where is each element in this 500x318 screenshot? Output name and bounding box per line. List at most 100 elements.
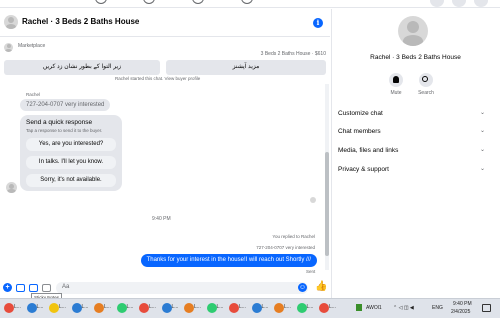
section-media-files[interactable]: Media, files and links (338, 147, 398, 154)
sender-name: Rachel (26, 92, 41, 97)
app-icon (319, 303, 329, 313)
message-input[interactable] (56, 282, 308, 294)
section-chat-members[interactable]: Chat members (338, 128, 381, 135)
notification-icon[interactable] (482, 304, 491, 312)
chat-title[interactable]: Rachel · 3 Beds 2 Baths House (22, 17, 139, 26)
mute-button[interactable] (389, 73, 403, 87)
taskbar-app-button[interactable]: L... (49, 302, 67, 315)
app-icon (296, 303, 307, 313)
add-icon[interactable]: + (3, 283, 12, 292)
sender-avatar[interactable] (6, 182, 17, 193)
app-icon (94, 303, 104, 313)
app-icon (274, 303, 284, 313)
info-icon[interactable]: i (313, 18, 323, 28)
profile-avatar[interactable] (398, 16, 428, 46)
app-icon (49, 303, 59, 313)
taskbar-app-button[interactable]: L... (229, 302, 247, 315)
scrollbar-thumb[interactable] (325, 152, 329, 256)
taskbar-app-button[interactable]: L... (4, 302, 22, 315)
message-status: Sent (306, 269, 316, 274)
language-indicator[interactable]: ENG (432, 305, 443, 311)
taskbar-app-label: L... (171, 304, 179, 310)
mark-pending-button[interactable]: زیر التوا کے بطور نشان زد کریں (4, 60, 160, 75)
taskbar-app-label: L... (194, 304, 201, 310)
message-input-placeholder: Aa (62, 284, 70, 290)
taskbar-app-label: L... (14, 304, 21, 310)
app-icon (184, 303, 194, 313)
quick-response-option[interactable]: In talks. I'll let you know. (26, 156, 116, 169)
taskbar-app-button[interactable]: L... (274, 302, 292, 315)
search-icon (422, 76, 428, 82)
outgoing-message[interactable]: Thanks for your interest in the house!I … (140, 254, 317, 267)
sticker-icon[interactable] (29, 284, 38, 292)
taskbar-app-label: L... (59, 304, 66, 310)
quick-response-option[interactable]: Yes, are you interested? (26, 138, 116, 151)
taskbar-app-button[interactable]: L... (139, 302, 157, 315)
quick-response-option[interactable]: Sorry, it's not available. (26, 174, 116, 187)
app-icon (26, 303, 37, 313)
gif-icon[interactable] (42, 284, 51, 292)
app-icon (71, 303, 82, 313)
taskbar-app-label: L... (239, 304, 246, 310)
taskbar-app-label: L... (306, 304, 314, 310)
taskbar-app-button[interactable]: L... (296, 302, 315, 315)
incoming-message[interactable]: 727-204-0707 very interested (20, 99, 111, 111)
taskbar-app-label: L... (149, 304, 156, 310)
taskbar-app-button[interactable]: L... (161, 302, 180, 315)
chevron-down-icon[interactable]: ⌄ (480, 109, 485, 116)
taskbar-app-button[interactable]: L... (116, 302, 135, 315)
taskbar-app-button[interactable]: L... (206, 302, 225, 315)
quoted-message: 727-204-0707 very interested (256, 245, 315, 250)
app-icon (4, 303, 14, 313)
taskbar-app-label: L... (81, 304, 89, 310)
app-icon (251, 303, 262, 313)
taskbar-app-label: L... (284, 304, 291, 310)
app-icon (116, 303, 127, 313)
app-icon (206, 303, 217, 313)
message-timestamp: 9:40 PM (152, 216, 171, 222)
app-icon (139, 303, 149, 313)
taskbar-app-label: L... (104, 304, 111, 310)
chat-start-notice: Rachel started this chat. View buyer pro… (115, 76, 201, 81)
taskbar-app-label: L... (216, 304, 224, 310)
bell-icon (393, 76, 399, 83)
mute-label: Mute (390, 90, 402, 96)
taskbar-app-button[interactable]: L... (94, 302, 112, 315)
image-icon[interactable] (16, 284, 25, 292)
taskbar-app-button[interactable]: L... (319, 302, 337, 315)
marketplace-label: Marketplace (18, 43, 46, 49)
tray-icons[interactable]: ⌃ ◁ ◫ ◀ (393, 305, 414, 311)
app-icon (229, 303, 239, 313)
replied-label: You replied to Rachel (272, 234, 315, 239)
app-icon (161, 303, 172, 313)
profile-name: Rachel · 3 Beds 2 Baths House (370, 54, 461, 61)
wifi-label[interactable]: AWOl1 (366, 305, 382, 311)
taskbar-app-label: L... (36, 304, 44, 310)
chevron-down-icon[interactable]: ⌄ (480, 165, 485, 172)
chevron-down-icon[interactable]: ⌄ (480, 146, 485, 153)
search-button[interactable] (419, 73, 433, 87)
section-customize-chat[interactable]: Customize chat (338, 110, 383, 117)
taskbar-app-label: L... (126, 304, 134, 310)
chevron-down-icon[interactable]: ⌄ (480, 127, 485, 134)
like-icon[interactable]: 👍 (315, 281, 327, 292)
taskbar-app-label: L... (261, 304, 269, 310)
section-privacy-support[interactable]: Privacy & support (338, 166, 389, 173)
taskbar-app-button[interactable]: L... (184, 302, 202, 315)
search-label: Search (418, 90, 434, 96)
emoji-icon[interactable]: ☺ (298, 283, 307, 292)
more-options-button[interactable]: مزید آپشنز (166, 60, 326, 75)
clock-time[interactable]: 9:40 PM (453, 301, 472, 307)
taskbar-app-button[interactable]: L... (26, 302, 45, 315)
taskbar-app-button[interactable]: L... (71, 302, 90, 315)
clock-date[interactable]: 2/4/2025 (451, 309, 470, 315)
marketplace-avatar (4, 43, 13, 52)
wifi-icon[interactable] (356, 304, 362, 311)
taskbar-app-label: L... (329, 304, 336, 310)
chat-avatar[interactable] (4, 15, 18, 29)
listing-title[interactable]: 3 Beds 2 Baths House · $610 (261, 51, 326, 57)
quick-response-title: Send a quick response (26, 119, 93, 126)
taskbar-app-button[interactable]: L... (251, 302, 270, 315)
quick-response-subtitle: Tap a response to send it to the buyer. (26, 128, 103, 133)
seen-avatar (310, 197, 316, 203)
